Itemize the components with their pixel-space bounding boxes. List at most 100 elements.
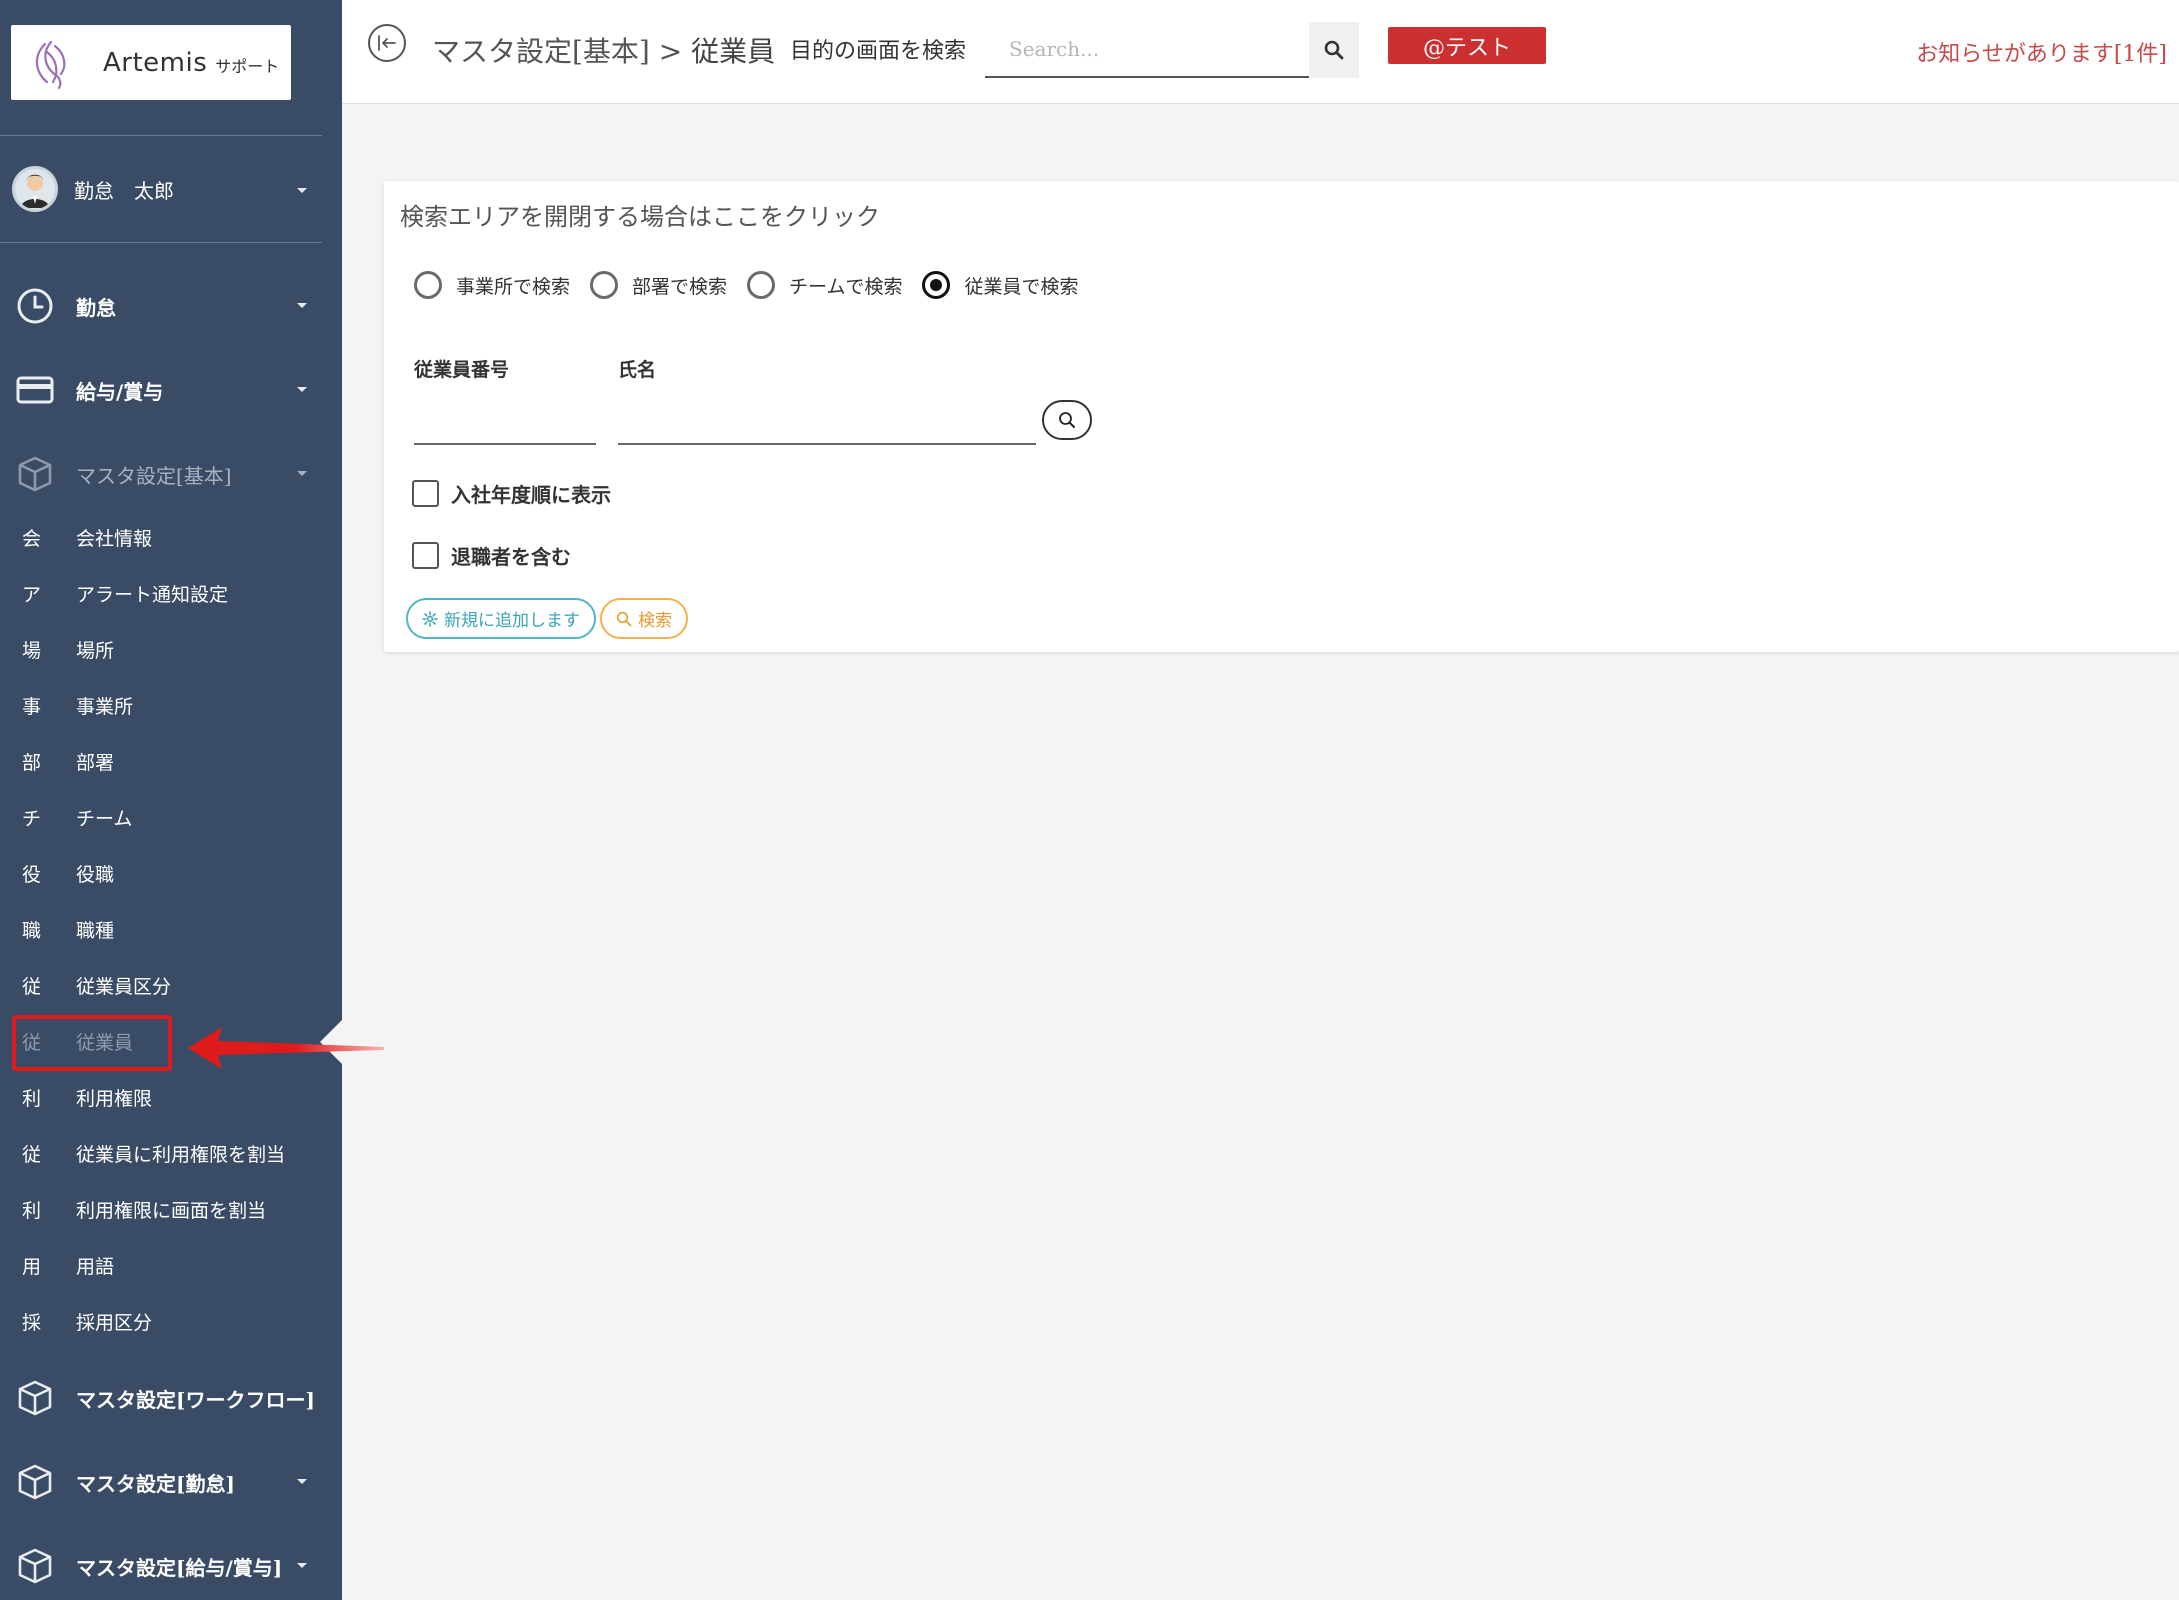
breadcrumb-parent[interactable]: マスタ設定[基本] (432, 35, 650, 68)
sidebar-item-label: 採用区分 (76, 1311, 153, 1334)
sidebar-item-label: 従業員区分 (76, 975, 172, 998)
search-card: 検索エリアを開閉する場合はここをクリック 事業所で検索 部署で検索 チームで検索… (384, 181, 2179, 652)
checkbox-box[interactable] (412, 480, 439, 507)
sidebar-item-employee-category[interactable]: 従 従業員区分 (0, 961, 342, 1009)
sidebar-item-terms[interactable]: 用 用語 (0, 1241, 342, 1289)
sidebar-item-initial: 従 (22, 1143, 42, 1166)
user-avatar-icon (21, 174, 49, 208)
sidebar-divider (0, 135, 322, 136)
checkbox-box[interactable] (412, 542, 439, 569)
chevron-down-icon (297, 1563, 307, 1568)
search-icon (1059, 412, 1075, 428)
sidebar-section-payroll[interactable]: 給与/賞与 (0, 360, 342, 420)
sidebar-section-master-basic[interactable]: マスタ設定[基本] (0, 444, 342, 504)
sidebar-item-initial: 利 (22, 1199, 42, 1222)
sidebar-item-label: 利用権限 (76, 1087, 153, 1110)
employee-number-label: 従業員番号 (414, 359, 510, 381)
sidebar-section-label: 給与/賞与 (76, 379, 164, 404)
checkbox-sort-by-hire-year[interactable]: 入社年度順に表示 (412, 479, 611, 508)
radio-label: 事業所で検索 (456, 275, 571, 298)
chevron-down-icon (297, 471, 307, 476)
employee-number-input[interactable] (414, 393, 596, 445)
sidebar-item-team[interactable]: チ チーム (0, 793, 342, 841)
sidebar-item-alert-settings[interactable]: ア アラート通知設定 (0, 569, 342, 617)
sidebar-item-position[interactable]: 役 役職 (0, 849, 342, 897)
user-name: 勤怠 太郎 (74, 178, 174, 203)
sidebar-item-initial: 採 (22, 1311, 42, 1334)
sidebar-item-department[interactable]: 部 部署 (0, 737, 342, 785)
radio-label: 部署で検索 (632, 275, 728, 298)
radio-search-by-department[interactable]: 部署で検索 (590, 271, 727, 299)
sidebar-item-initial: ア (22, 583, 42, 606)
radio-circle[interactable] (747, 271, 776, 299)
sidebar-section-label: マスタ設定[勤怠] (76, 1471, 235, 1496)
radio-search-by-employee[interactable]: 従業員で検索 (922, 271, 1078, 299)
sidebar-section-master-payroll[interactable]: マスタ設定[給与/賞与] (0, 1536, 342, 1596)
checkbox-include-retired[interactable]: 退職者を含む (412, 541, 571, 570)
search-area-toggle[interactable]: 検索エリアを開閉する場合はここをクリック (400, 197, 880, 232)
sidebar-item-initial: 職 (22, 919, 42, 942)
sidebar-section-label: マスタ設定[ワークフロー] (76, 1387, 315, 1412)
logo[interactable]: Artemis サポート (11, 25, 291, 100)
sidebar-item-assign-permissions[interactable]: 従 従業員に利用権限を割当 (0, 1129, 342, 1177)
sidebar-item-initial: 従 (22, 975, 42, 998)
cube-icon (16, 455, 54, 493)
radio-circle-selected[interactable] (922, 271, 951, 299)
collapse-left-icon (378, 35, 396, 51)
sidebar-item-company-info[interactable]: 会 会社情報 (0, 513, 342, 561)
sidebar-item-label: 従業員に利用権限を割当 (76, 1143, 286, 1166)
radio-search-by-team[interactable]: チームで検索 (747, 271, 902, 299)
radio-circle[interactable] (590, 271, 619, 299)
logo-text: Artemis (103, 47, 208, 78)
sidebar-item-label: 職種 (76, 919, 115, 942)
search-button[interactable]: 検索 (600, 598, 688, 639)
checkbox-label: 入社年度順に表示 (451, 483, 611, 507)
notification-link[interactable]: お知らせがあります[1件] (1916, 36, 2167, 68)
collapse-sidebar-button[interactable] (368, 24, 406, 62)
screen-search-input[interactable] (985, 22, 1309, 78)
radio-search-by-office[interactable]: 事業所で検索 (414, 271, 570, 299)
sidebar-item-job-type[interactable]: 職 職種 (0, 905, 342, 953)
header: マスタ設定[基本] > 従業員 目的の画面を検索 @テスト お知らせがあります[… (342, 0, 2179, 104)
sidebar-item-location[interactable]: 場 場所 (0, 625, 342, 673)
sidebar-section-label: マスタ設定[基本] (76, 463, 232, 488)
sidebar-item-label: チーム (76, 807, 133, 830)
employee-lookup-button[interactable] (1042, 400, 1092, 440)
sidebar-section-master-workflow[interactable]: マスタ設定[ワークフロー] (0, 1368, 342, 1428)
sidebar-item-initial: 会 (22, 527, 42, 550)
sidebar-item-office[interactable]: 事 事業所 (0, 681, 342, 729)
sidebar-section-master-attendance[interactable]: マスタ設定[勤怠] (0, 1452, 342, 1512)
sidebar-item-label: 会社情報 (76, 527, 153, 550)
name-input[interactable] (618, 393, 1036, 445)
add-new-button[interactable]: 新規に追加します (406, 598, 596, 639)
sidebar-item-initial: 利 (22, 1087, 42, 1110)
sidebar-section-label: 勤怠 (76, 295, 116, 320)
avatar (12, 166, 58, 212)
active-item-highlight (12, 1015, 172, 1071)
sidebar-item-initial: 場 (22, 639, 42, 662)
screen-search-button[interactable] (1309, 22, 1359, 78)
chevron-down-icon (297, 387, 307, 392)
sidebar-item-hiring-category[interactable]: 採 採用区分 (0, 1297, 342, 1345)
test-environment-badge: @テスト (1388, 27, 1546, 64)
sidebar-item-assign-screens[interactable]: 利 利用権限に画面を割当 (0, 1185, 342, 1233)
sidebar-item-permissions[interactable]: 利 利用権限 (0, 1073, 342, 1121)
checkbox-label: 退職者を含む (451, 545, 571, 569)
sidebar-item-initial: 事 (22, 695, 42, 718)
search-icon (616, 611, 632, 626)
search-button-label: 検索 (638, 611, 672, 631)
cube-icon (16, 1379, 54, 1417)
sidebar-item-label: 部署 (76, 751, 115, 774)
user-menu[interactable]: 勤怠 太郎 (0, 160, 342, 218)
sidebar-section-attendance[interactable]: 勤怠 (0, 276, 342, 336)
sidebar-item-label: 事業所 (76, 695, 134, 718)
breadcrumb-separator: > (658, 35, 683, 68)
sidebar-item-initial: 役 (22, 863, 42, 886)
breadcrumb-current: 従業員 (691, 35, 776, 68)
radio-circle[interactable] (414, 271, 442, 299)
sidebar-section-label: マスタ設定[給与/賞与] (76, 1555, 283, 1580)
sidebar-item-initial: 部 (22, 751, 42, 774)
sidebar: Artemis サポート 勤怠 太郎 勤怠 給与/賞与 マスタ設定[基本] 会 … (0, 0, 342, 1600)
sidebar-item-label: 場所 (76, 639, 115, 662)
sidebar-item-initial: チ (22, 807, 42, 830)
